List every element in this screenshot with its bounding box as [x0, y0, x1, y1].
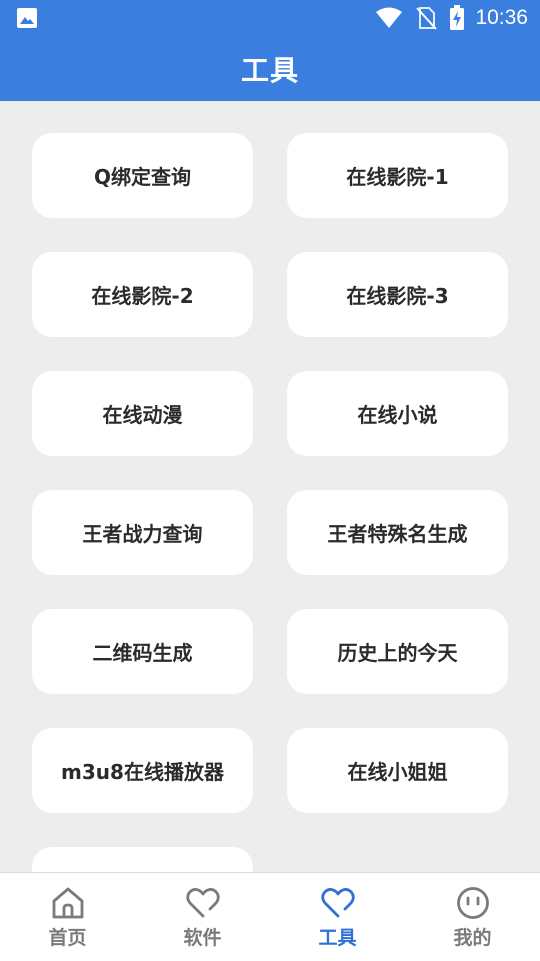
tool-online-cinema-3[interactable]: 在线影院-3 [287, 252, 508, 337]
tab-mine-label: 我的 [453, 927, 492, 949]
battery-charging-icon [450, 5, 465, 30]
tab-software[interactable]: 软件 [135, 873, 270, 961]
tool-label: m3u8在线播放器 [61, 760, 224, 784]
tool-label: 在线小说 [357, 403, 438, 427]
tab-tools[interactable]: 工具 [270, 873, 405, 961]
heart-icon [185, 888, 220, 918]
tool-label: 王者特殊名生成 [327, 522, 468, 546]
tool-label: 在线影院-3 [346, 284, 449, 308]
app-bar: 工具 [0, 36, 540, 101]
wifi-icon [376, 7, 403, 28]
tool-label: 在线影院-1 [346, 165, 449, 189]
tool-label: 王者战力查询 [82, 522, 203, 546]
tool-qrcode-generator[interactable]: 二维码生成 [32, 609, 253, 694]
tool-king-power-query[interactable]: 王者战力查询 [32, 490, 253, 575]
tool-label: 二维码生成 [92, 641, 193, 665]
tool-online-novel[interactable]: 在线小说 [287, 371, 508, 456]
home-icon [52, 887, 83, 919]
clock: 10:36 [475, 6, 528, 29]
tool-online-cinema-2[interactable]: 在线影院-2 [32, 252, 253, 337]
tab-mine[interactable]: 我的 [405, 873, 540, 961]
page-title: 工具 [240, 53, 299, 87]
tool-today-in-history[interactable]: 历史上的今天 [287, 609, 508, 694]
tab-software-label: 软件 [183, 927, 222, 949]
tab-tools-label: 工具 [318, 927, 357, 949]
tool-king-special-name[interactable]: 王者特殊名生成 [287, 490, 508, 575]
tool-label: Q绑定查询 [93, 165, 191, 189]
tool-label: 历史上的今天 [337, 641, 458, 665]
face-icon [456, 887, 489, 919]
tool-online-cinema-1[interactable]: 在线影院-1 [287, 133, 508, 218]
tool-qq-bind-query[interactable]: Q绑定查询 [32, 133, 253, 218]
tool-partial-card[interactable] [32, 847, 253, 872]
tool-label: 在线小姐姐 [347, 760, 448, 784]
tab-home[interactable]: 首页 [0, 873, 135, 961]
status-bar: 10:36 [0, 0, 540, 36]
tool-online-girls[interactable]: 在线小姐姐 [287, 728, 508, 813]
bottom-tab-bar: 首页 软件 工具 我的 [0, 872, 540, 961]
tab-home-label: 首页 [48, 927, 87, 949]
tool-m3u8-player[interactable]: m3u8在线播放器 [32, 728, 253, 813]
tool-online-anime[interactable]: 在线动漫 [32, 371, 253, 456]
tools-grid: Q绑定查询 在线影院-1 在线影院-2 在线影院-3 在线动漫 在线小说 王者战… [32, 133, 508, 872]
heart-icon [320, 888, 355, 918]
no-sim-icon [416, 7, 438, 30]
gallery-icon [17, 8, 37, 28]
tool-label: 在线动漫 [102, 403, 183, 427]
tool-label: 在线影院-2 [91, 284, 194, 308]
tools-list[interactable]: Q绑定查询 在线影院-1 在线影院-2 在线影院-3 在线动漫 在线小说 王者战… [0, 101, 540, 872]
